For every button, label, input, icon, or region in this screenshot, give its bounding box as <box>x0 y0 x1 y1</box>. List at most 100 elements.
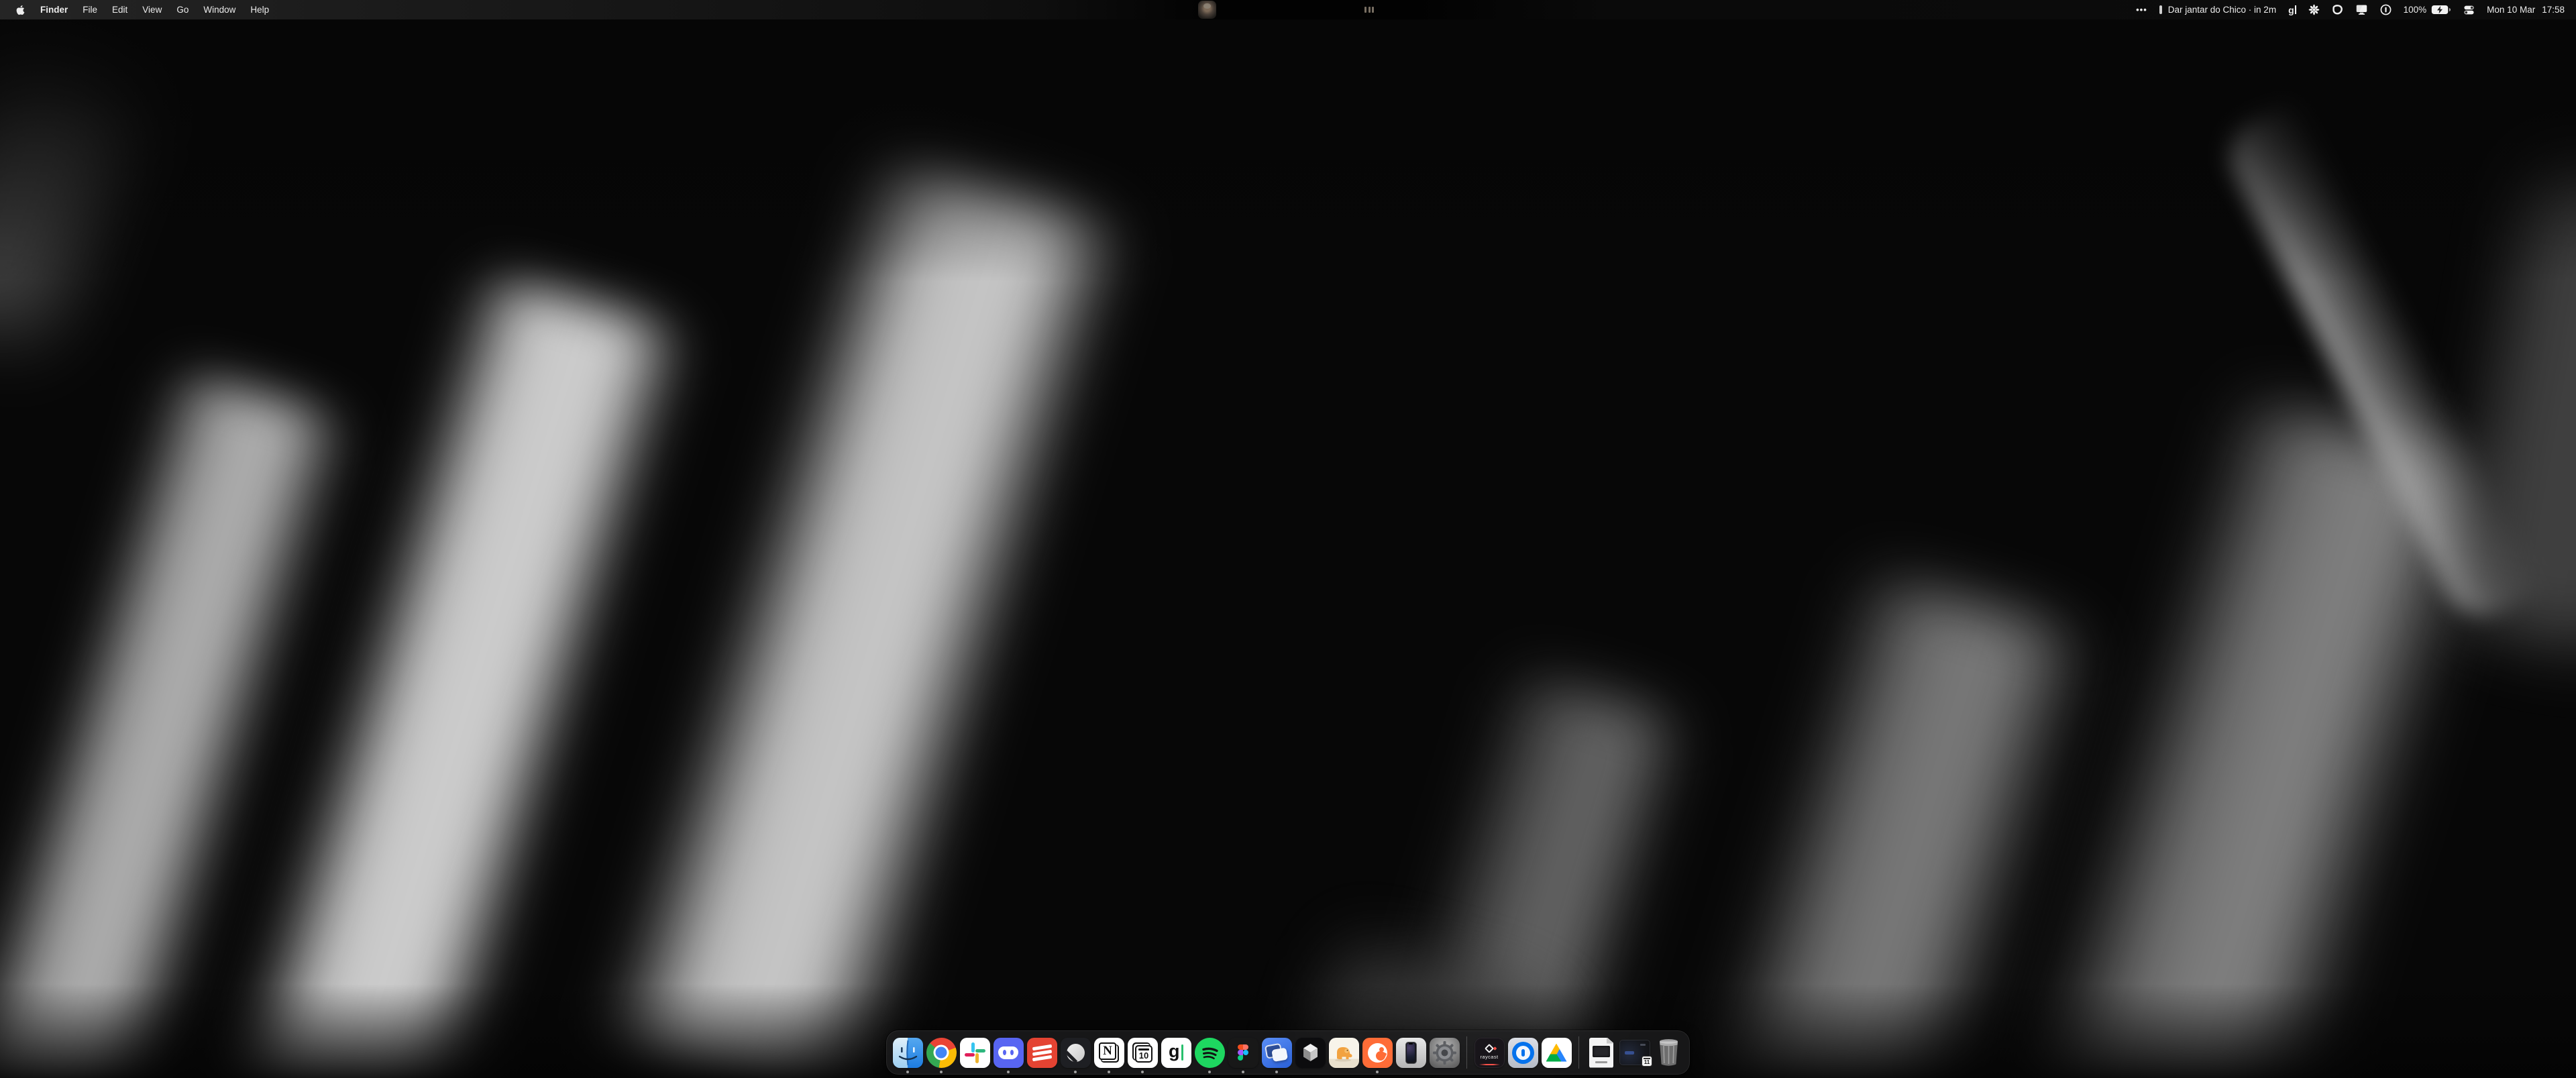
dock-item-linear[interactable] <box>1059 1030 1092 1075</box>
menu-bar: Finder File Edit View Go Window Help •••… <box>0 0 2576 19</box>
dock-item-postgres-app[interactable] <box>1327 1030 1360 1075</box>
menu-item-view[interactable]: View <box>135 0 169 19</box>
reminder-bar-icon <box>2159 5 2162 14</box>
control-center-menubar-item[interactable] <box>2457 0 2481 19</box>
discord-icon <box>994 1038 1024 1068</box>
dock-item-notion-calendar[interactable]: 10 <box>1126 1030 1159 1075</box>
menubar-overflow-item[interactable]: ••• <box>2130 0 2153 19</box>
dock-item-screen-studio[interactable] <box>1260 1030 1293 1075</box>
dock: N 10 g <box>886 1030 1690 1075</box>
clock-date: Mon 10 Mar <box>2487 5 2535 15</box>
dock-item-granola[interactable]: g <box>1159 1030 1193 1075</box>
wallpaper-shape <box>594 147 1138 1078</box>
granola-icon: g <box>2288 5 2294 15</box>
raycast-icon: raycast <box>1474 1038 1505 1068</box>
1password-icon <box>1508 1038 1538 1068</box>
dock-item-figma[interactable] <box>1226 1030 1260 1075</box>
apple-logo-icon <box>16 5 25 15</box>
menu-item-help[interactable]: Help <box>243 0 276 19</box>
running-indicator <box>1376 1071 1379 1073</box>
granola-menubar-item[interactable]: g <box>2282 0 2302 19</box>
dock-item-raycast[interactable]: raycast <box>1472 1030 1506 1075</box>
1password-menubar-item[interactable] <box>2374 0 2398 19</box>
running-indicator <box>1007 1071 1010 1073</box>
minimized-window-thumbnail: 11 <box>1619 1040 1650 1065</box>
system-settings-gear-icon <box>1430 1038 1460 1068</box>
dock-separator <box>1578 1036 1579 1069</box>
menu-bar-status-items: ••• Dar jantar do Chico · in 2m g <box>2130 0 2571 19</box>
document-file-icon <box>1589 1038 1613 1068</box>
control-center-icon <box>2463 5 2475 15</box>
granola-cursor-icon <box>2295 5 2296 14</box>
figma-icon <box>1228 1038 1258 1068</box>
running-indicator <box>1141 1071 1144 1073</box>
dock-item-todoist[interactable] <box>1025 1030 1059 1075</box>
dock-item-discord[interactable] <box>991 1030 1025 1075</box>
finder-icon <box>893 1038 923 1068</box>
dock-item-document-file[interactable] <box>1585 1030 1618 1075</box>
menu-item-file[interactable]: File <box>75 0 105 19</box>
dock-item-google-drive[interactable] <box>1540 1030 1573 1075</box>
notion-icon: N <box>1094 1038 1124 1068</box>
granola-icon: g <box>1161 1038 1191 1068</box>
battery-percent: 100% <box>2404 5 2427 15</box>
dock-item-minimized-window[interactable]: 11 <box>1618 1030 1652 1075</box>
battery-charging-icon <box>2431 5 2451 15</box>
dock-item-1password[interactable] <box>1506 1030 1540 1075</box>
clock-time: 17:58 <box>2542 5 2565 15</box>
reminder-menubar-item[interactable]: Dar jantar do Chico · in 2m <box>2153 0 2282 19</box>
linear-icon <box>1061 1038 1091 1068</box>
menu-item-go[interactable]: Go <box>169 0 196 19</box>
dock-item-postman[interactable] <box>1360 1030 1394 1075</box>
todoist-icon <box>1027 1038 1057 1068</box>
menu-item-edit[interactable]: Edit <box>105 0 135 19</box>
dock-item-trash[interactable] <box>1652 1030 1685 1075</box>
dock-item-system-settings[interactable] <box>1428 1030 1461 1075</box>
chrome-icon <box>926 1038 957 1068</box>
dock-item-google-chrome[interactable] <box>924 1030 958 1075</box>
1password-keyhole-icon <box>2380 4 2392 15</box>
menu-bar-left: Finder File Edit View Go Window Help <box>0 0 276 19</box>
calendar-badge-icon: 11 <box>1642 1056 1652 1067</box>
running-indicator <box>1208 1071 1211 1073</box>
dock-separator <box>1466 1036 1467 1069</box>
display-menubar-item[interactable] <box>2349 0 2374 19</box>
wallpaper-fade <box>0 0 2576 282</box>
desktop-wallpaper <box>0 0 2576 1078</box>
battery-menubar-item[interactable]: 100% <box>2398 0 2458 19</box>
running-indicator <box>1275 1071 1278 1073</box>
trash-icon <box>1654 1036 1684 1069</box>
menu-app-name[interactable]: Finder <box>33 0 75 19</box>
pick-shape-icon <box>2332 4 2343 15</box>
pick-menubar-item[interactable] <box>2326 0 2349 19</box>
menubar-user-avatar[interactable] <box>1198 1 1216 19</box>
dock-item-iphone-mirroring[interactable] <box>1394 1030 1428 1075</box>
flower-gear-icon <box>2308 4 2320 15</box>
menu-item-window[interactable]: Window <box>196 0 243 19</box>
display-icon <box>2355 4 2368 15</box>
menubar-clock[interactable]: Mon 10 Mar 17:58 <box>2481 0 2571 19</box>
reminder-text: Dar jantar do Chico · in 2m <box>2168 5 2276 15</box>
iphone-mirroring-icon <box>1396 1038 1426 1068</box>
dock-item-finder[interactable] <box>891 1030 924 1075</box>
slack-icon <box>960 1038 990 1068</box>
running-indicator <box>906 1071 909 1073</box>
dock-item-spline[interactable] <box>1293 1030 1327 1075</box>
running-indicator <box>1242 1071 1244 1073</box>
spline-icon <box>1295 1038 1326 1068</box>
screen-studio-icon <box>1262 1038 1292 1068</box>
dock-item-slack[interactable] <box>958 1030 991 1075</box>
running-indicator <box>1108 1071 1110 1073</box>
dock-item-notion[interactable]: N <box>1092 1030 1126 1075</box>
postman-icon <box>1362 1038 1393 1068</box>
notion-calendar-icon: 10 <box>1128 1038 1158 1068</box>
running-indicator <box>1074 1071 1077 1073</box>
apple-menu[interactable] <box>9 0 33 19</box>
running-indicator <box>940 1071 943 1073</box>
dock-item-spotify[interactable] <box>1193 1030 1226 1075</box>
flower-menubar-item[interactable] <box>2302 0 2326 19</box>
spotify-icon <box>1195 1038 1225 1068</box>
postgres-elephant-icon <box>1329 1038 1359 1068</box>
google-drive-icon <box>1542 1038 1572 1068</box>
menubar-more-bars-icon[interactable] <box>1364 7 1374 13</box>
